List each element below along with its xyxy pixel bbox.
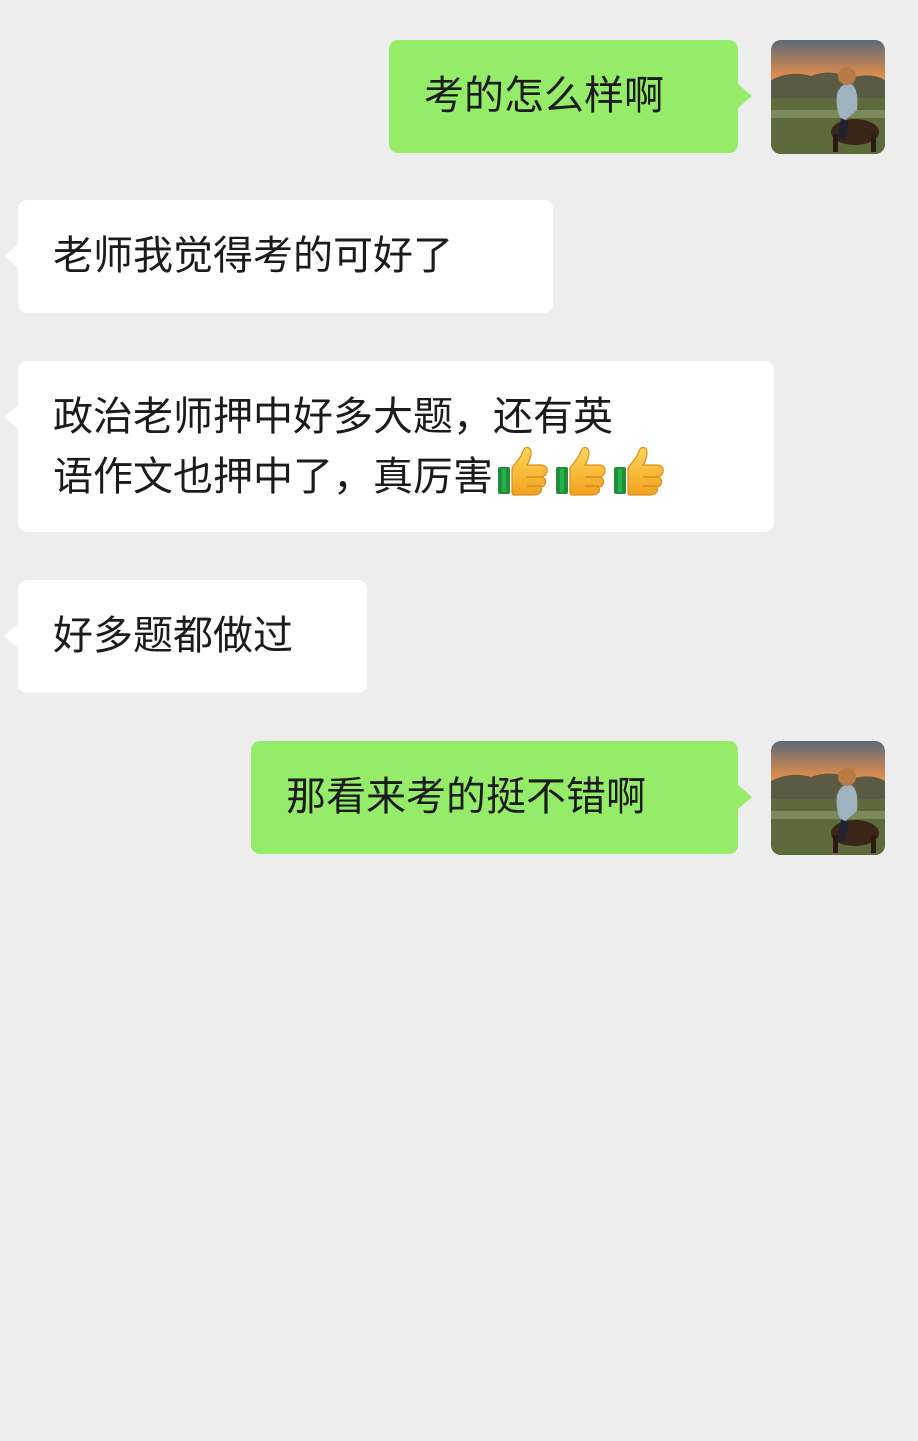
thumbs-up-icon — [554, 446, 607, 496]
bubble-tail — [4, 244, 18, 268]
avatar[interactable] — [771, 741, 885, 855]
message-bubble[interactable]: 政治老师押中好多大题，还有英 语作文也押中了，真厉害 — [18, 361, 774, 532]
avatar-photo-icon — [771, 741, 885, 855]
message-bubble[interactable]: 那看来考的挺不错啊 — [251, 741, 738, 854]
thumbs-up-icon — [496, 446, 549, 496]
chat-area: 考的怎么样啊 老师我觉得考的可好了 政治老师押中好多大题，还有英 语作文也押中了… — [0, 0, 918, 1441]
message-line: 语作文也押中了，真厉害 — [53, 454, 493, 500]
avatar[interactable] — [771, 40, 885, 154]
thumbs-up-icon — [612, 446, 665, 496]
message-bubble[interactable]: 好多题都做过 — [18, 580, 367, 693]
bubble-tail — [4, 405, 18, 429]
message-text: 考的怎么样啊 — [424, 73, 664, 119]
bubble-tail — [738, 84, 752, 108]
message-text: 老师我觉得考的可好了 — [53, 233, 453, 279]
avatar-photo-icon — [771, 40, 885, 154]
message-line-with-emoji: 语作文也押中了，真厉害 — [53, 446, 774, 506]
bubble-tail — [738, 785, 752, 809]
bubble-tail — [4, 624, 18, 648]
message-line: 政治老师押中好多大题，还有英 — [53, 394, 613, 440]
message-text: 那看来考的挺不错啊 — [286, 774, 646, 820]
message-bubble[interactable]: 老师我觉得考的可好了 — [18, 200, 553, 313]
message-text: 好多题都做过 — [53, 613, 293, 659]
message-bubble[interactable]: 考的怎么样啊 — [389, 40, 738, 153]
